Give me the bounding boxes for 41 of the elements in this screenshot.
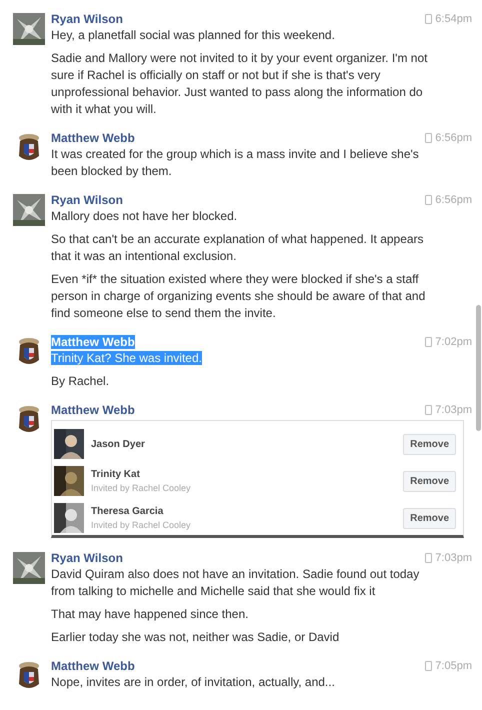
message-text: Mallory does not have her blocked. (51, 209, 238, 223)
author-name[interactable]: Matthew Webb (51, 402, 135, 416)
guest-name: Jason Dyer (91, 438, 146, 450)
message-time: 6:56pm (435, 132, 472, 144)
remove-button[interactable]: Remove (403, 508, 456, 528)
author-name[interactable]: Matthew Webb (51, 130, 135, 144)
message-text: It was created for the group which is a mass invite and I believe she's been blocked by them. (51, 147, 419, 178)
author-name[interactable]: Matthew Webb (51, 658, 135, 672)
phone-icon (425, 404, 432, 414)
message-time: 7:05pm (435, 660, 472, 672)
invited-by-text: Invited by Rachel Cooley (91, 520, 192, 530)
message-text: Hey, a planetfall social was planned for this weekend. (51, 28, 335, 42)
phone-icon (425, 336, 432, 346)
phone-icon (425, 660, 432, 670)
message-time: 6:56pm (435, 194, 472, 206)
guest-name: Trinity Kat (91, 469, 141, 480)
message-text: Even *if* the situation existed where they were blocked if she's a staff person in charge of organizing events she should be aware of that and find someone else to send them the invite. (51, 272, 426, 320)
remove-button[interactable]: Remove (403, 434, 456, 454)
phone-icon (425, 132, 432, 142)
phone-icon (425, 552, 432, 562)
message-text: Sadie and Mallory were not invited to it by your event organizer. I'm not sure if Rachel is officially on staff or not but if she is that's very unprofessional behavior. Just wanted to pass along the information do with it what you will. (51, 51, 428, 116)
author-name[interactable]: Ryan Wilson (51, 550, 123, 564)
scrollbar-thumb[interactable] (476, 305, 481, 431)
message-time: 7:03pm (435, 552, 472, 564)
message-time: 7:02pm (435, 336, 472, 348)
message-time: 7:03pm (435, 404, 472, 416)
author-name[interactable]: Ryan Wilson (51, 192, 123, 206)
guest-name: Theresa Garcia (91, 506, 164, 517)
author-name[interactable]: Ryan Wilson (51, 12, 123, 26)
message-text: That may have happened since then. (51, 607, 248, 621)
phone-icon (425, 194, 432, 204)
message-text: Earlier today she was not, neither was Sadie, or David (51, 630, 340, 644)
message-text: David Quiram also does not have an invitation. Sadie found out today from talking to michelle and Michelle said that she would fix it (51, 567, 420, 598)
message-text: Trinity Kat? She was invited. (51, 351, 202, 365)
message-text: By Rachel. (51, 374, 110, 388)
message-time: 6:54pm (435, 12, 472, 24)
remove-button[interactable]: Remove (403, 470, 456, 492)
message-text: Nope, invites are in order, of invitation, actually, and... (51, 675, 335, 689)
message-text: So that can't be an accurate explanation of what happened. It appears that it was an intentional exclusion. (51, 232, 424, 263)
invited-by-text: Invited by Rachel Cooley (91, 483, 192, 493)
phone-icon (425, 14, 432, 24)
